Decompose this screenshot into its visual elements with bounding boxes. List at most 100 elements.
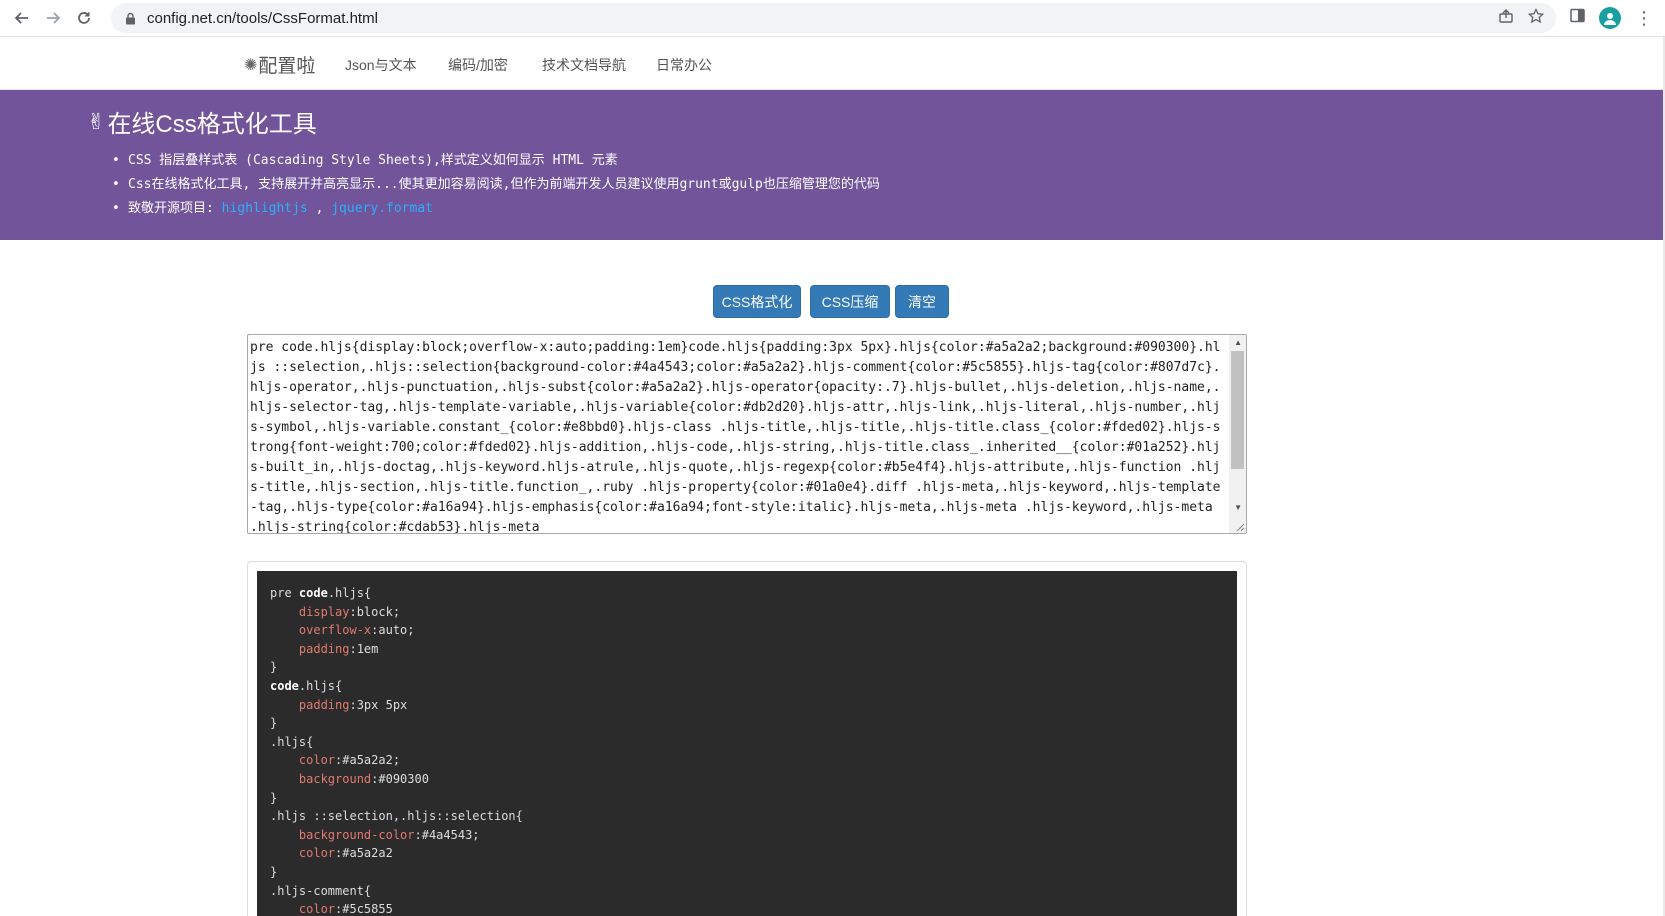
code-property: display	[298, 604, 350, 619]
code-line: }	[270, 789, 523, 808]
formatted-code: pre code.hljs{ display:block; overflow-x…	[270, 584, 523, 916]
code-keyword: code	[298, 586, 328, 600]
url-text: config.net.cn/tools/CssFormat.html	[147, 9, 378, 27]
star-icon[interactable]	[1527, 7, 1545, 29]
nav-link-office[interactable]: 日常办公	[656, 55, 712, 75]
profile-avatar-icon[interactable]	[1599, 7, 1621, 29]
code-property: padding	[298, 641, 350, 656]
scroll-up-arrow-icon[interactable]: ▲	[1234, 338, 1242, 347]
nav-link-encode[interactable]: 编码/加密	[448, 55, 508, 75]
code-line: .hljs-comment{	[270, 882, 523, 901]
page-title-text: 在线Css格式化工具	[107, 111, 317, 138]
code-text: }	[270, 790, 278, 805]
code-line: .hljs{	[270, 733, 523, 752]
code-text: .hljs ::selection,.hljs::selection{	[270, 809, 523, 824]
browser-toolbar: config.net.cn/tools/CssFormat.html ⋮	[0, 0, 1665, 37]
highlightjs-link[interactable]: highlightjs	[222, 201, 308, 216]
share-icon[interactable]	[1498, 8, 1514, 29]
code-property: color	[298, 846, 336, 861]
code-keyword: code	[270, 678, 299, 693]
code-line: display:block;	[270, 603, 523, 622]
address-bar[interactable]: config.net.cn/tools/CssFormat.html	[111, 3, 1556, 33]
credit-separator: ,	[307, 201, 332, 216]
code-text: .hljs{	[327, 586, 372, 600]
code-text: :1em	[349, 641, 379, 656]
code-text: :block;	[349, 604, 401, 619]
css-format-button[interactable]: CSS格式化	[713, 285, 801, 318]
code-text: .hljs-comment{	[270, 883, 372, 898]
brand-logo[interactable]: ✺ 配置啦	[244, 51, 315, 78]
code-text: :#a5a2a2;	[335, 753, 401, 768]
code-text: :#a5a2a2	[335, 846, 393, 861]
code-property: color	[298, 753, 336, 768]
code-line: .hljs ::selection,.hljs::selection{	[270, 807, 523, 826]
code-line: background:#090300	[270, 770, 523, 789]
jquery-format-link[interactable]: jquery.format	[331, 201, 433, 216]
code-property: color	[298, 902, 336, 916]
code-line: code.hljs{	[270, 677, 523, 696]
code-text: .hljs{	[298, 678, 343, 693]
sidepanel-icon[interactable]	[1570, 8, 1585, 28]
code-line: overflow-x:auto;	[270, 621, 523, 640]
code-text: :#5c5855	[335, 902, 393, 916]
forward-arrow-icon[interactable]	[40, 5, 66, 31]
kebab-menu-icon[interactable]: ⋮	[1635, 9, 1653, 27]
site-navbar: ✺ 配置啦 Json与文本 编码/加密 技术文档导航 日常办公	[0, 37, 1665, 90]
code-line: color:#5c5855	[270, 900, 523, 916]
intro-item-1: CSS 指层叠样式表 (Cascading Style Sheets),样式定义…	[112, 149, 880, 173]
code-line: }	[270, 863, 523, 882]
code-property: overflow-x	[298, 623, 372, 638]
nav-link-json[interactable]: Json与文本	[345, 55, 417, 75]
scroll-thumb[interactable]	[1231, 351, 1244, 469]
code-property: background-color	[298, 827, 415, 842]
code-text: :3px 5px	[349, 697, 408, 712]
credit-label: 致敬开源项目:	[128, 201, 222, 216]
resize-grip-icon[interactable]	[1234, 521, 1245, 532]
code-text: pre	[270, 586, 299, 600]
brand-name: 配置啦	[258, 56, 316, 77]
code-property: background	[298, 771, 372, 786]
css-input-textarea[interactable]: pre code.hljs{display:block;overflow-x:a…	[247, 334, 1247, 534]
code-line: pre code.hljs{	[270, 584, 523, 603]
code-line: }	[270, 714, 523, 733]
clear-button[interactable]: 清空	[895, 285, 949, 318]
code-line: color:#a5a2a2	[270, 844, 523, 863]
gear-icon: ✺	[244, 56, 258, 74]
code-text: :#090300	[371, 771, 429, 786]
hero-banner: ✌ 在线Css格式化工具 CSS 指层叠样式表 (Cascading Style…	[0, 90, 1665, 240]
output-panel: pre code.hljs{ display:block; overflow-x…	[247, 561, 1247, 916]
intro-list: CSS 指层叠样式表 (Cascading Style Sheets),样式定义…	[112, 149, 880, 221]
code-text: :auto;	[371, 623, 415, 638]
nav-link-docs[interactable]: 技术文档导航	[542, 55, 626, 75]
code-line: padding:3px 5px	[270, 696, 523, 715]
formatted-code-block: pre code.hljs{ display:block; overflow-x…	[257, 571, 1237, 916]
intro-item-2: Css在线格式化工具, 支持展开并高亮显示...使其更加容易阅读,但作为前端开发…	[112, 173, 880, 197]
code-text: .hljs{	[270, 734, 314, 749]
page-title: ✌ 在线Css格式化工具	[87, 104, 317, 139]
css-input-value: pre code.hljs{display:block;overflow-x:a…	[250, 340, 1221, 534]
lock-icon[interactable]	[125, 11, 138, 25]
input-scrollbar[interactable]: ▲ ▼	[1229, 335, 1246, 533]
code-line: background-color:#4a4543;	[270, 826, 523, 845]
back-arrow-icon[interactable]	[9, 5, 35, 31]
code-line: padding:1em	[270, 640, 523, 659]
intro-item-3: 致敬开源项目: highlightjs , jquery.format	[112, 197, 880, 221]
reload-icon[interactable]	[71, 5, 97, 31]
code-text: :#4a4543;	[414, 827, 480, 842]
code-line: color:#a5a2a2;	[270, 751, 523, 770]
code-text: }	[270, 864, 278, 879]
code-property: padding	[298, 697, 350, 712]
code-line: }	[270, 658, 523, 677]
hand-icon: ✌	[87, 108, 106, 134]
scroll-down-arrow-icon[interactable]: ▼	[1234, 503, 1242, 512]
css-compress-button[interactable]: CSS压缩	[810, 285, 890, 318]
